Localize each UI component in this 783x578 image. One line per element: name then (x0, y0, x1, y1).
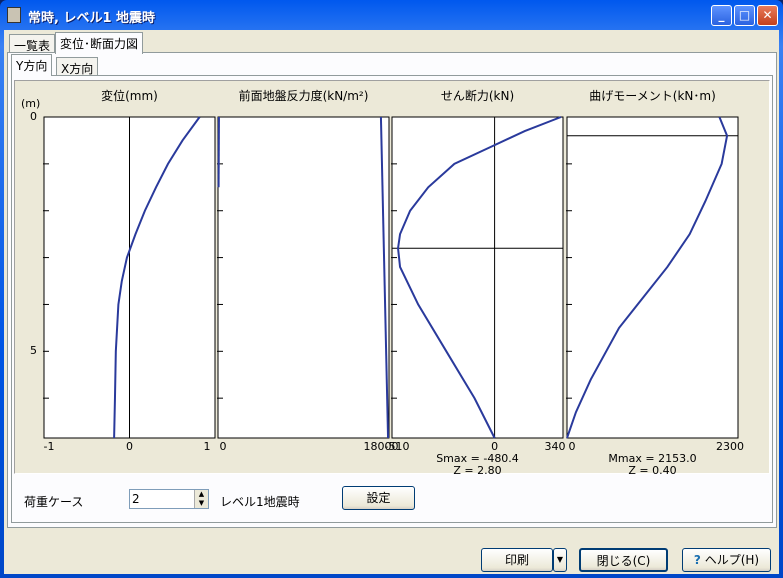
help-label: ヘルプ(H) (704, 553, 760, 567)
load-case-name: レベル1地震時 (220, 495, 300, 509)
print-dropdown-icon[interactable]: ▼ (553, 548, 567, 572)
settings-button[interactable]: 設定 (342, 486, 415, 510)
plot-frame (217, 116, 390, 439)
plot-frame (391, 116, 564, 439)
load-case-spinner[interactable]: 2 ▲ ▼ (129, 489, 209, 509)
subtab-y[interactable]: Y方向 (11, 54, 53, 76)
help-icon: ? (693, 553, 701, 567)
load-case-label: 荷重ケース (24, 495, 84, 509)
print-button[interactable]: 印刷 (481, 548, 553, 572)
tab-diagram[interactable]: 変位･断面力図 (55, 32, 144, 54)
spin-up-down-icon[interactable]: ▲ ▼ (194, 490, 208, 508)
plot-frame (566, 116, 739, 439)
load-case-value: 2 (132, 492, 140, 506)
help-button[interactable]: ? ヘルプ(H) (682, 548, 771, 572)
close-button[interactable]: 閉じる(C) (579, 548, 668, 572)
